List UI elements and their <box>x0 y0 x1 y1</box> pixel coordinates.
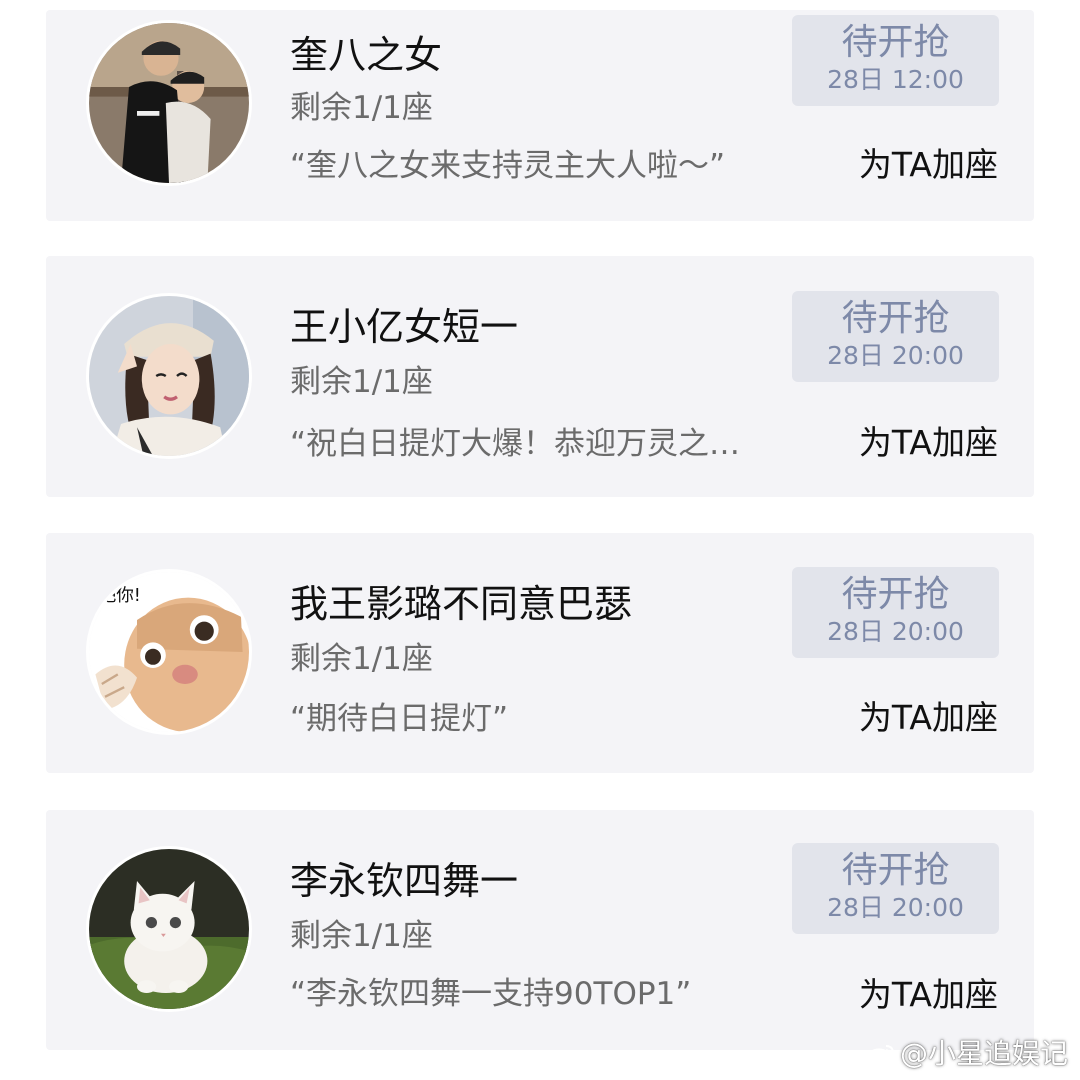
status-badge: 待开抢 28日 20:00 <box>792 567 999 658</box>
add-seat-button[interactable]: 为TA加座 <box>859 138 998 186</box>
avatar[interactable]: 吧你! <box>86 569 252 735</box>
watermark-text: @小星追娱记 <box>899 1037 1068 1070</box>
watermark: @小星追娱记 <box>866 1032 1068 1072</box>
streamer-name: 王小亿女短一 <box>290 305 519 349</box>
add-seat-button[interactable]: 为TA加座 <box>859 968 998 1016</box>
avatar[interactable] <box>86 846 252 1012</box>
cat-meme-icon: 吧你! <box>89 572 249 732</box>
status-label: 待开抢 <box>841 574 950 615</box>
support-message: “期待白日提灯” <box>290 701 509 737</box>
status-label: 待开抢 <box>841 850 950 891</box>
weibo-icon <box>866 1037 896 1070</box>
white-kitten-icon <box>89 849 249 1009</box>
list-item: 奎八之女 剩余1/1座 “奎八之女来支持灵主大人啦～” 待开抢 28日 12:0… <box>46 10 1034 221</box>
avatar[interactable] <box>86 20 252 186</box>
list-item: 李永钦四舞一 剩余1/1座 “李永钦四舞一支持90TOP1” 待开抢 28日 2… <box>46 810 1034 1050</box>
seats-remaining: 剩余1/1座 <box>290 364 433 400</box>
streamer-name: 我王影璐不同意巴瑟 <box>290 582 633 626</box>
seat-list-page: 奎八之女 剩余1/1座 “奎八之女来支持灵主大人啦～” 待开抢 28日 12:0… <box>0 0 1080 1080</box>
support-message: “祝白日提灯大爆！恭迎万灵之… <box>290 426 741 462</box>
couple-photo-icon <box>89 23 249 183</box>
avatar[interactable] <box>86 293 252 459</box>
avatar-text: 吧你! <box>99 586 141 606</box>
seats-remaining: 剩余1/1座 <box>290 641 433 677</box>
streamer-name: 奎八之女 <box>290 33 443 77</box>
girl-photo-icon <box>89 296 249 456</box>
status-time: 28日 20:00 <box>827 617 964 646</box>
support-message: “李永钦四舞一支持90TOP1” <box>290 976 692 1012</box>
streamer-name: 李永钦四舞一 <box>290 859 519 903</box>
add-seat-button[interactable]: 为TA加座 <box>859 416 998 464</box>
list-item: 王小亿女短一 剩余1/1座 “祝白日提灯大爆！恭迎万灵之… 待开抢 28日 20… <box>46 256 1034 497</box>
add-seat-button[interactable]: 为TA加座 <box>859 691 998 739</box>
status-time: 28日 12:00 <box>827 65 964 94</box>
status-badge: 待开抢 28日 20:00 <box>792 291 999 382</box>
status-badge: 待开抢 28日 20:00 <box>792 843 999 934</box>
status-label: 待开抢 <box>841 298 950 339</box>
status-label: 待开抢 <box>841 22 950 63</box>
seats-remaining: 剩余1/1座 <box>290 918 433 954</box>
status-time: 28日 20:00 <box>827 341 964 370</box>
support-message: “奎八之女来支持灵主大人啦～” <box>290 148 726 184</box>
seats-remaining: 剩余1/1座 <box>290 90 433 126</box>
status-badge: 待开抢 28日 12:00 <box>792 15 999 106</box>
list-item: 吧你! 我王影璐不同意巴瑟 剩余1/1座 “期待白日提灯” 待开抢 28日 20… <box>46 533 1034 773</box>
status-time: 28日 20:00 <box>827 893 964 922</box>
